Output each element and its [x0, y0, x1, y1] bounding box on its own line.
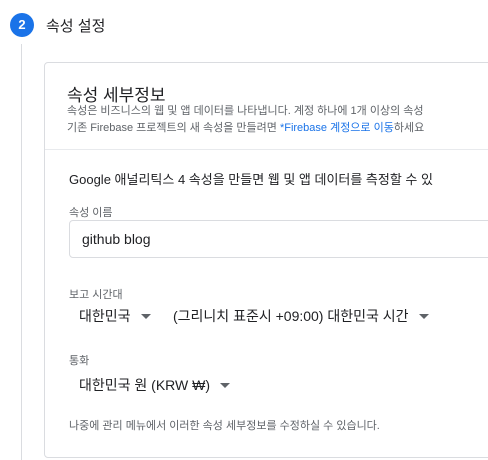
timezone-label: 보고 시간대: [69, 289, 123, 301]
edit-later-note: 나중에 관리 메뉴에서 이러한 속성 세부정보를 수정하실 수 있습니다.: [69, 420, 380, 432]
step-connector-line: [21, 44, 22, 460]
ga4-intro-text: Google 애널리틱스 4 속성을 만들면 웹 및 앱 데이터를 측정할 수 …: [69, 172, 433, 187]
chevron-down-icon: [140, 313, 151, 319]
timezone-country-select[interactable]: 대한민국: [79, 306, 151, 326]
timezone-value: (그리니치 표준시 +09:00) 대한민국 시간: [173, 308, 409, 324]
chevron-down-icon: [220, 382, 231, 388]
chevron-down-icon: [418, 313, 429, 319]
property-name-label: 속성 이름: [69, 207, 113, 219]
currency-value: 대한민국 원 (KRW ₩): [79, 377, 211, 393]
timezone-country-value: 대한민국: [79, 308, 131, 324]
property-details-card: 속성 세부정보 속성은 비즈니스의 웹 및 앱 데이터를 나타냅니다. 계정 하…: [44, 62, 488, 458]
currency-select[interactable]: 대한민국 원 (KRW ₩): [79, 375, 231, 395]
firebase-account-link[interactable]: *Firebase 계정으로 이동: [280, 122, 394, 134]
card-divider: [45, 149, 488, 150]
card-description: 속성은 비즈니스의 웹 및 앱 데이터를 나타냅니다. 계정 하나에 1개 이상…: [67, 103, 424, 137]
property-name-input[interactable]: [69, 220, 488, 258]
step-number-badge: 2: [10, 13, 34, 37]
description-prefix: 기존 Firebase 프로젝트의 새 속성을 만들려면: [67, 122, 280, 134]
timezone-select[interactable]: (그리니치 표준시 +09:00) 대한민국 시간: [173, 306, 429, 326]
step-title: 속성 설정: [46, 18, 106, 35]
description-suffix: 하세요: [393, 122, 425, 134]
currency-label: 통화: [69, 355, 90, 367]
description-line-2: 기존 Firebase 프로젝트의 새 속성을 만들려면 *Firebase 계…: [67, 120, 424, 137]
description-line-1: 속성은 비즈니스의 웹 및 앱 데이터를 나타냅니다. 계정 하나에 1개 이상…: [67, 105, 424, 117]
